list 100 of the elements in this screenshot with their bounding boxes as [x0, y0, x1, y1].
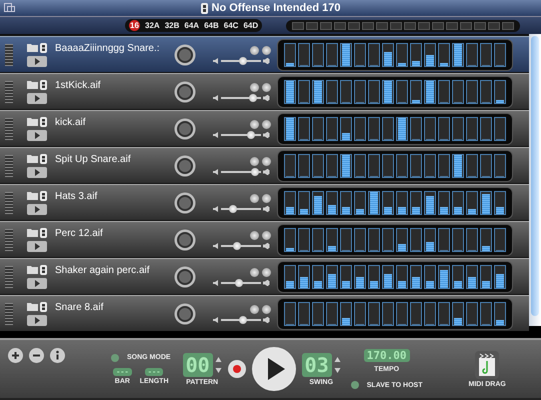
track-row[interactable]: kick.aif [0, 110, 529, 146]
pan-knob[interactable] [174, 154, 196, 176]
step-button[interactable] [354, 42, 366, 66]
midi-drag-icon[interactable] [475, 350, 500, 378]
step-button[interactable] [396, 264, 408, 288]
step-button[interactable] [298, 116, 310, 140]
step-button[interactable] [284, 154, 296, 178]
track-row[interactable]: BaaaaZiiinnggg Snare.: [0, 36, 529, 72]
pattern-bank-button[interactable]: 64C [224, 21, 238, 30]
track-row[interactable]: Perc 12.aif [0, 221, 529, 257]
pattern-bank-button[interactable]: 64B [204, 21, 219, 30]
step-button[interactable] [368, 228, 380, 252]
step-button[interactable] [410, 264, 422, 288]
solo-button[interactable] [262, 194, 271, 202]
step-button[interactable] [354, 264, 366, 288]
step-button[interactable] [410, 228, 422, 252]
step-button[interactable] [326, 228, 338, 252]
step-button[interactable] [480, 80, 492, 104]
volume-thumb[interactable] [251, 168, 259, 176]
play-button[interactable] [27, 278, 47, 288]
slave-to-host-led[interactable] [350, 381, 359, 389]
pattern-bank-button[interactable]: 16 [129, 20, 140, 31]
step-button[interactable] [424, 190, 436, 214]
step-button[interactable] [452, 116, 464, 140]
step-button[interactable] [438, 190, 450, 214]
step-button[interactable] [494, 264, 506, 288]
step-button[interactable] [368, 264, 380, 288]
step-button[interactable] [466, 190, 478, 214]
step-button[interactable] [312, 228, 324, 252]
drag-handle[interactable] [5, 80, 13, 102]
mute-button[interactable] [250, 46, 259, 54]
step-button[interactable] [424, 42, 436, 66]
pattern-bank-button[interactable]: 64D [243, 21, 258, 30]
step-button[interactable] [438, 154, 450, 178]
step-button[interactable] [340, 302, 352, 326]
step-button[interactable] [298, 228, 310, 252]
step-button[interactable] [424, 116, 436, 140]
drag-handle[interactable] [5, 228, 13, 250]
mute-button[interactable] [250, 82, 259, 92]
stepper-arrows-icon[interactable] [334, 354, 341, 374]
solo-button[interactable] [262, 304, 271, 314]
step-button[interactable] [382, 302, 394, 326]
volume-thumb[interactable] [233, 242, 241, 250]
step-button[interactable] [452, 302, 464, 326]
step-button[interactable] [452, 80, 464, 104]
volume-thumb[interactable] [249, 94, 257, 102]
step-button[interactable] [410, 42, 422, 66]
step-button[interactable] [340, 80, 352, 104]
step-button[interactable] [480, 302, 492, 326]
step-button[interactable] [494, 190, 506, 214]
step-button[interactable] [354, 228, 366, 252]
drag-handle[interactable] [5, 192, 13, 214]
step-button[interactable] [494, 154, 506, 178]
step-button[interactable] [396, 228, 408, 252]
solo-button[interactable] [262, 156, 271, 166]
play-button[interactable] [27, 130, 47, 140]
step-button[interactable] [424, 302, 436, 326]
step-button[interactable] [438, 302, 450, 326]
step-button[interactable] [438, 116, 450, 140]
solo-button[interactable] [262, 230, 271, 240]
step-button[interactable] [466, 264, 478, 288]
step-button[interactable] [326, 302, 338, 326]
step-button[interactable] [368, 302, 380, 326]
step-button[interactable] [466, 42, 478, 66]
folder-icon[interactable] [27, 264, 38, 274]
step-button[interactable] [354, 302, 366, 326]
step-button[interactable] [494, 80, 506, 104]
step-button[interactable] [410, 190, 422, 214]
step-button[interactable] [354, 80, 366, 104]
step-button[interactable] [326, 264, 338, 288]
step-button[interactable] [326, 42, 338, 66]
track-row[interactable]: Spit Up Snare.aif [0, 147, 529, 183]
pan-knob[interactable] [174, 228, 196, 250]
step-button[interactable] [312, 116, 324, 140]
step-button[interactable] [354, 116, 366, 140]
step-button[interactable] [312, 154, 324, 178]
mute-button[interactable] [250, 156, 259, 166]
mute-button[interactable] [250, 230, 259, 240]
step-button[interactable] [382, 42, 394, 66]
step-button[interactable] [494, 228, 506, 252]
step-button[interactable] [396, 80, 408, 104]
step-button[interactable] [466, 80, 478, 104]
step-button[interactable] [368, 116, 380, 140]
drag-handle[interactable] [5, 266, 13, 288]
play-button[interactable] [27, 240, 47, 252]
step-button[interactable] [480, 190, 492, 214]
step-button[interactable] [298, 302, 310, 326]
step-button[interactable] [326, 154, 338, 178]
folder-icon[interactable] [27, 302, 38, 310]
step-button[interactable] [466, 154, 478, 178]
step-button[interactable] [284, 302, 296, 326]
volume-thumb[interactable] [229, 204, 237, 212]
step-button[interactable] [326, 190, 338, 214]
step-button[interactable] [424, 264, 436, 288]
solo-button[interactable] [262, 120, 271, 128]
stepper-arrows-icon[interactable] [214, 354, 222, 374]
folder-icon[interactable] [27, 116, 38, 126]
step-button[interactable] [466, 116, 478, 140]
pattern-bank-button[interactable]: 32A [145, 21, 160, 30]
folder-icon[interactable] [27, 228, 38, 236]
